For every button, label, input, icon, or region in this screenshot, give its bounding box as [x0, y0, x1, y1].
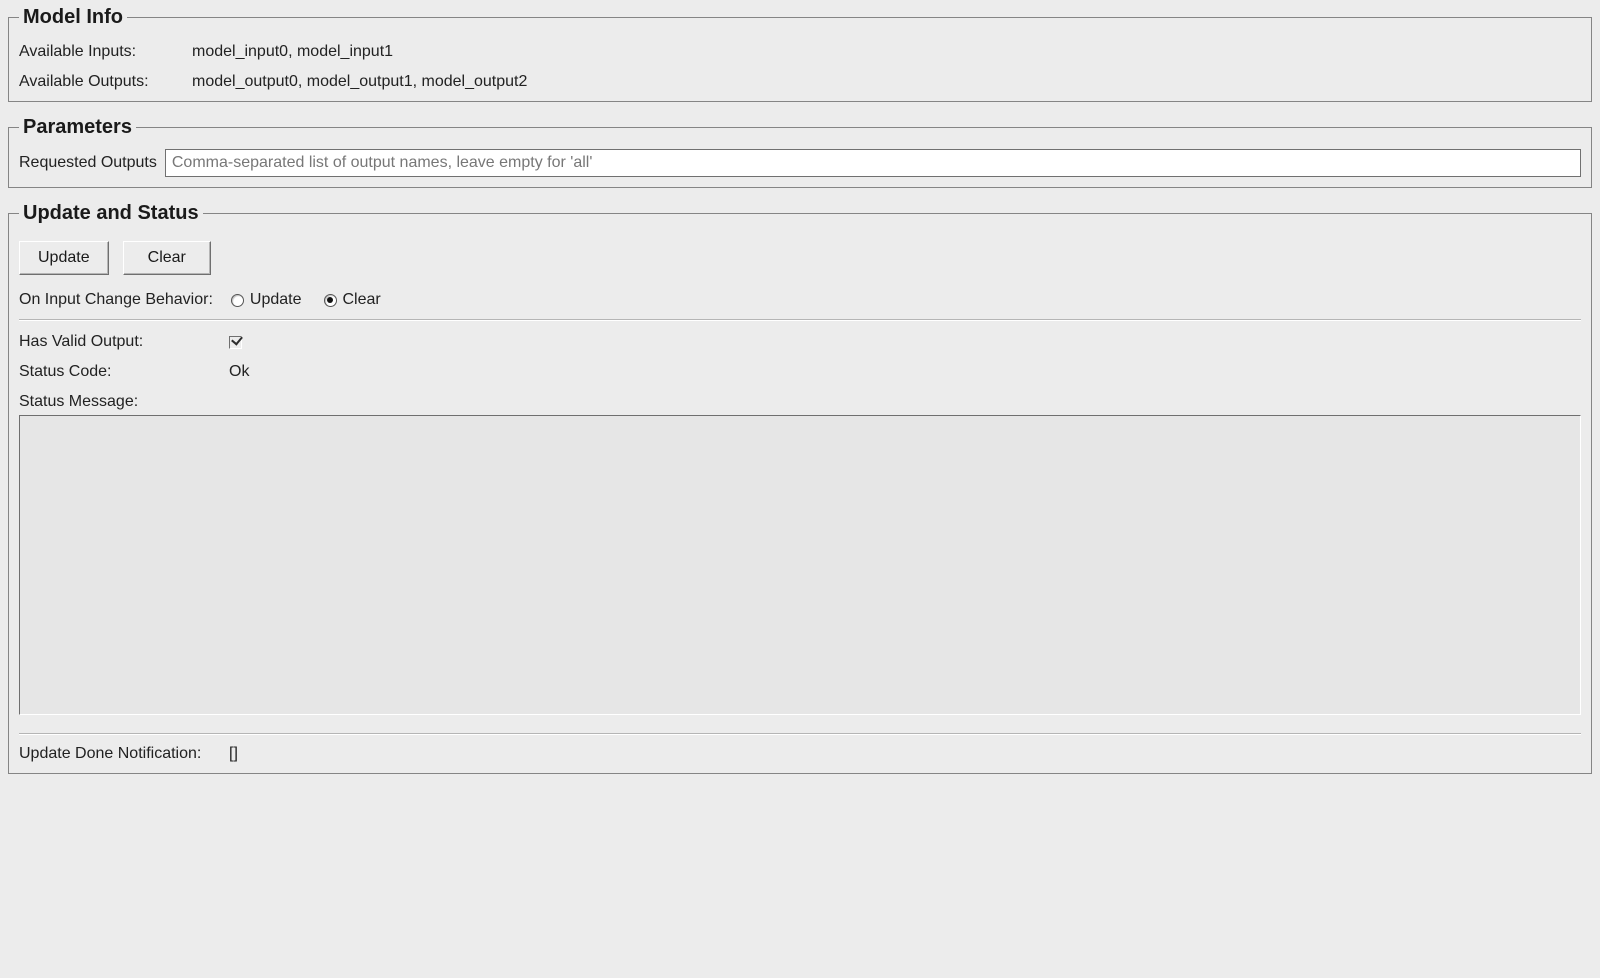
update-done-row: Update Done Notification: []: [19, 745, 1581, 763]
status-code-row: Status Code: Ok: [19, 363, 1581, 381]
clear-button[interactable]: Clear: [123, 241, 211, 275]
update-done-value: []: [229, 745, 238, 763]
radio-clear[interactable]: Clear: [324, 291, 381, 309]
status-message-box[interactable]: [19, 415, 1581, 715]
on-input-change-row: On Input Change Behavior: Update Clear: [19, 291, 1581, 309]
status-code-value: Ok: [229, 363, 249, 381]
divider: [19, 319, 1581, 321]
update-done-label: Update Done Notification:: [19, 745, 229, 763]
has-valid-output-label: Has Valid Output:: [19, 333, 229, 351]
available-outputs-row: Available Outputs: model_output0, model_…: [19, 73, 1581, 91]
available-outputs-value: model_output0, model_output1, model_outp…: [192, 73, 527, 91]
has-valid-output-row: Has Valid Output:: [19, 333, 1581, 351]
requested-outputs-row: Requested Outputs: [19, 149, 1581, 177]
available-outputs-label: Available Outputs:: [19, 73, 174, 91]
button-row: Update Clear: [19, 241, 1581, 275]
radio-update-label: Update: [250, 291, 302, 309]
update-status-legend: Update and Status: [19, 202, 203, 225]
update-button[interactable]: Update: [19, 241, 109, 275]
parameters-legend: Parameters: [19, 116, 136, 139]
available-inputs-row: Available Inputs: model_input0, model_in…: [19, 43, 1581, 61]
status-message-label: Status Message:: [19, 393, 1581, 411]
model-info-fieldset: Model Info Available Inputs: model_input…: [8, 6, 1592, 102]
radio-clear-label: Clear: [343, 291, 381, 309]
radio-icon: [324, 294, 337, 307]
divider: [19, 733, 1581, 735]
status-code-label: Status Code:: [19, 363, 229, 381]
on-input-change-label: On Input Change Behavior:: [19, 291, 213, 309]
update-status-fieldset: Update and Status Update Clear On Input …: [8, 202, 1592, 774]
radio-update[interactable]: Update: [231, 291, 302, 309]
has-valid-output-checkbox: [229, 336, 242, 349]
parameters-fieldset: Parameters Requested Outputs: [8, 116, 1592, 188]
radio-dot-icon: [327, 297, 333, 303]
available-inputs-value: model_input0, model_input1: [192, 43, 393, 61]
requested-outputs-input[interactable]: [165, 149, 1581, 177]
model-info-legend: Model Info: [19, 6, 127, 29]
requested-outputs-label: Requested Outputs: [19, 154, 157, 172]
available-inputs-label: Available Inputs:: [19, 43, 174, 61]
radio-icon: [231, 294, 244, 307]
